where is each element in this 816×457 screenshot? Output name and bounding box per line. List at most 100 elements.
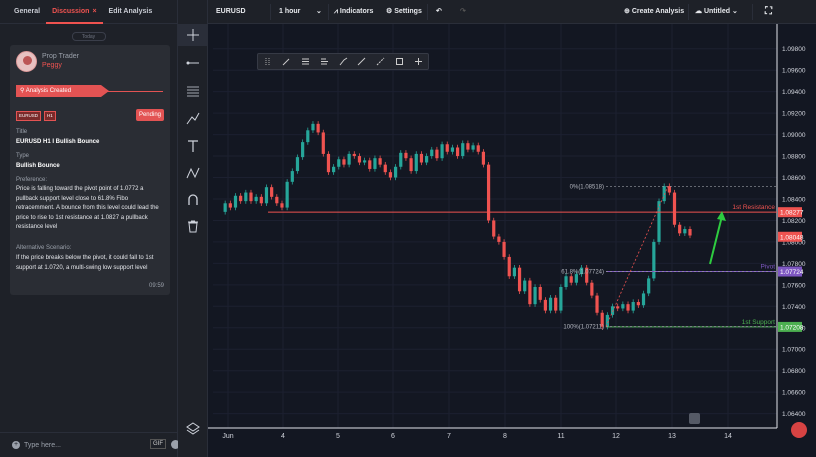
crosshair-icon[interactable] — [409, 54, 428, 69]
help-icon[interactable] — [791, 422, 807, 438]
fullscreen-icon[interactable]: ⛶ — [765, 0, 772, 24]
brush-icon[interactable] — [178, 107, 208, 129]
level-label: Pivot — [761, 264, 776, 271]
tab-discussion[interactable]: Discussion × — [46, 0, 103, 24]
price-tag-label: 1.07208 — [780, 324, 804, 331]
candle-body — [275, 196, 279, 204]
line-icon[interactable] — [352, 54, 371, 69]
plus-circle-icon: ⊕ — [624, 8, 630, 15]
trash-icon[interactable] — [178, 215, 208, 237]
candle-body — [559, 286, 563, 311]
y-tick-label: 1.08600 — [782, 175, 806, 182]
candle-body — [342, 159, 346, 165]
alt-scenario-text: If the price breaks below the pivot, it … — [16, 255, 154, 271]
fib-retracement-icon[interactable] — [296, 54, 315, 69]
candle-body — [270, 187, 274, 197]
gif-button[interactable]: GIF — [150, 439, 166, 449]
plus-icon[interactable]: + — [12, 441, 20, 449]
pencil-icon[interactable] — [277, 54, 296, 69]
candle-body — [455, 147, 460, 157]
avatar[interactable] — [16, 51, 37, 72]
create-analysis-button[interactable]: ⊕ Create Analysis — [624, 0, 684, 24]
candle-body — [481, 151, 486, 165]
candle-body — [363, 160, 367, 163]
text-icon[interactable] — [178, 135, 208, 157]
app-window: General Discussion × Edit Analysis Today … — [0, 0, 816, 457]
fib-icon[interactable] — [178, 80, 208, 102]
candle-body — [306, 130, 310, 143]
candle-body — [228, 203, 232, 208]
symbol-search[interactable]: EURUSD — [216, 0, 246, 24]
fib-label: 61.8%(1.07724) — [561, 270, 604, 276]
candle-body — [352, 153, 356, 157]
candle-body — [424, 156, 429, 163]
close-icon[interactable]: × — [92, 8, 96, 15]
trend-line-icon[interactable] — [178, 52, 208, 74]
candle-body — [357, 156, 362, 163]
ray-icon[interactable] — [371, 54, 390, 69]
rectangle-icon[interactable] — [390, 54, 409, 69]
candle-body — [440, 144, 444, 159]
indicators-icon: ⩘ — [334, 8, 338, 15]
y-tick-label: 1.06400 — [782, 411, 806, 418]
pattern-icon[interactable] — [178, 162, 208, 184]
candle-body — [233, 195, 238, 208]
redo-icon[interactable]: ↷ — [460, 0, 466, 24]
settings-button[interactable]: ⚙ Settings — [386, 0, 422, 24]
y-tick-label: 1.06600 — [782, 390, 806, 397]
x-tick-label: 12 — [612, 433, 620, 440]
undo-icon[interactable]: ↶ — [436, 0, 442, 24]
candle-body — [337, 159, 341, 167]
chevron-down-icon[interactable]: ⌄ — [316, 0, 322, 24]
candle-body — [662, 186, 666, 202]
candle-body — [285, 181, 289, 208]
candle-body — [688, 229, 692, 236]
candle-body — [435, 149, 439, 159]
y-tick-label: 1.07000 — [782, 347, 806, 354]
tab-general[interactable]: General — [8, 0, 46, 24]
floating-drawing-toolbar — [257, 53, 429, 70]
fib-extension-icon[interactable] — [315, 54, 334, 69]
divider — [752, 4, 753, 20]
candle-body — [678, 224, 682, 234]
candle-body — [368, 160, 372, 169]
status-badge[interactable]: Pending — [135, 109, 164, 121]
magnet-icon[interactable] — [178, 189, 208, 211]
author-name[interactable]: Peggy — [42, 61, 79, 70]
candle-body — [502, 241, 506, 257]
crosshair-icon[interactable] — [178, 24, 208, 46]
candle-body — [605, 314, 609, 327]
chart-area[interactable]: 1.09800 1.09600 1.09400 1.09200 1.09000 1.088… — [208, 24, 816, 457]
candle-body — [280, 203, 284, 208]
candle-body — [647, 278, 651, 294]
y-tick-label: 1.08800 — [782, 154, 806, 161]
banner-divider — [101, 91, 163, 92]
layout-button[interactable]: ☁ Untitled ⌄ — [695, 0, 738, 24]
brush-icon[interactable] — [334, 54, 353, 69]
interval-select[interactable]: 1 hour — [279, 0, 300, 24]
drag-handle-icon[interactable] — [258, 54, 277, 69]
candle-body — [223, 203, 227, 212]
date-separator: Today — [71, 32, 106, 41]
candle-body — [672, 192, 677, 225]
layers-icon[interactable] — [178, 417, 208, 439]
divider — [688, 4, 689, 20]
reset-zoom-icon[interactable] — [689, 413, 700, 424]
candle-body — [564, 276, 568, 287]
price-tag-label: 1.08277 — [780, 210, 804, 217]
fib-label: 0%(1.08518) — [570, 184, 604, 190]
candle-body — [332, 166, 336, 173]
candle-body — [517, 267, 522, 292]
candle-body — [543, 299, 547, 311]
message-input[interactable]: Type here... — [24, 442, 61, 449]
candle-body — [554, 297, 558, 311]
message-composer: + Type here... GIF — [0, 432, 180, 457]
author-role: Prop Trader — [42, 53, 79, 60]
price-chart[interactable]: 1.09800 1.09600 1.09400 1.09200 1.09000 1.088… — [208, 24, 816, 457]
x-tick-label: 4 — [281, 433, 285, 440]
candle-body — [311, 123, 315, 131]
indicators-button[interactable]: ⩘ Indicators — [334, 0, 373, 24]
banner-label: Analysis Created — [25, 88, 72, 94]
y-tick-label: 1.09600 — [782, 68, 806, 75]
tab-edit-analysis[interactable]: Edit Analysis — [103, 0, 159, 24]
